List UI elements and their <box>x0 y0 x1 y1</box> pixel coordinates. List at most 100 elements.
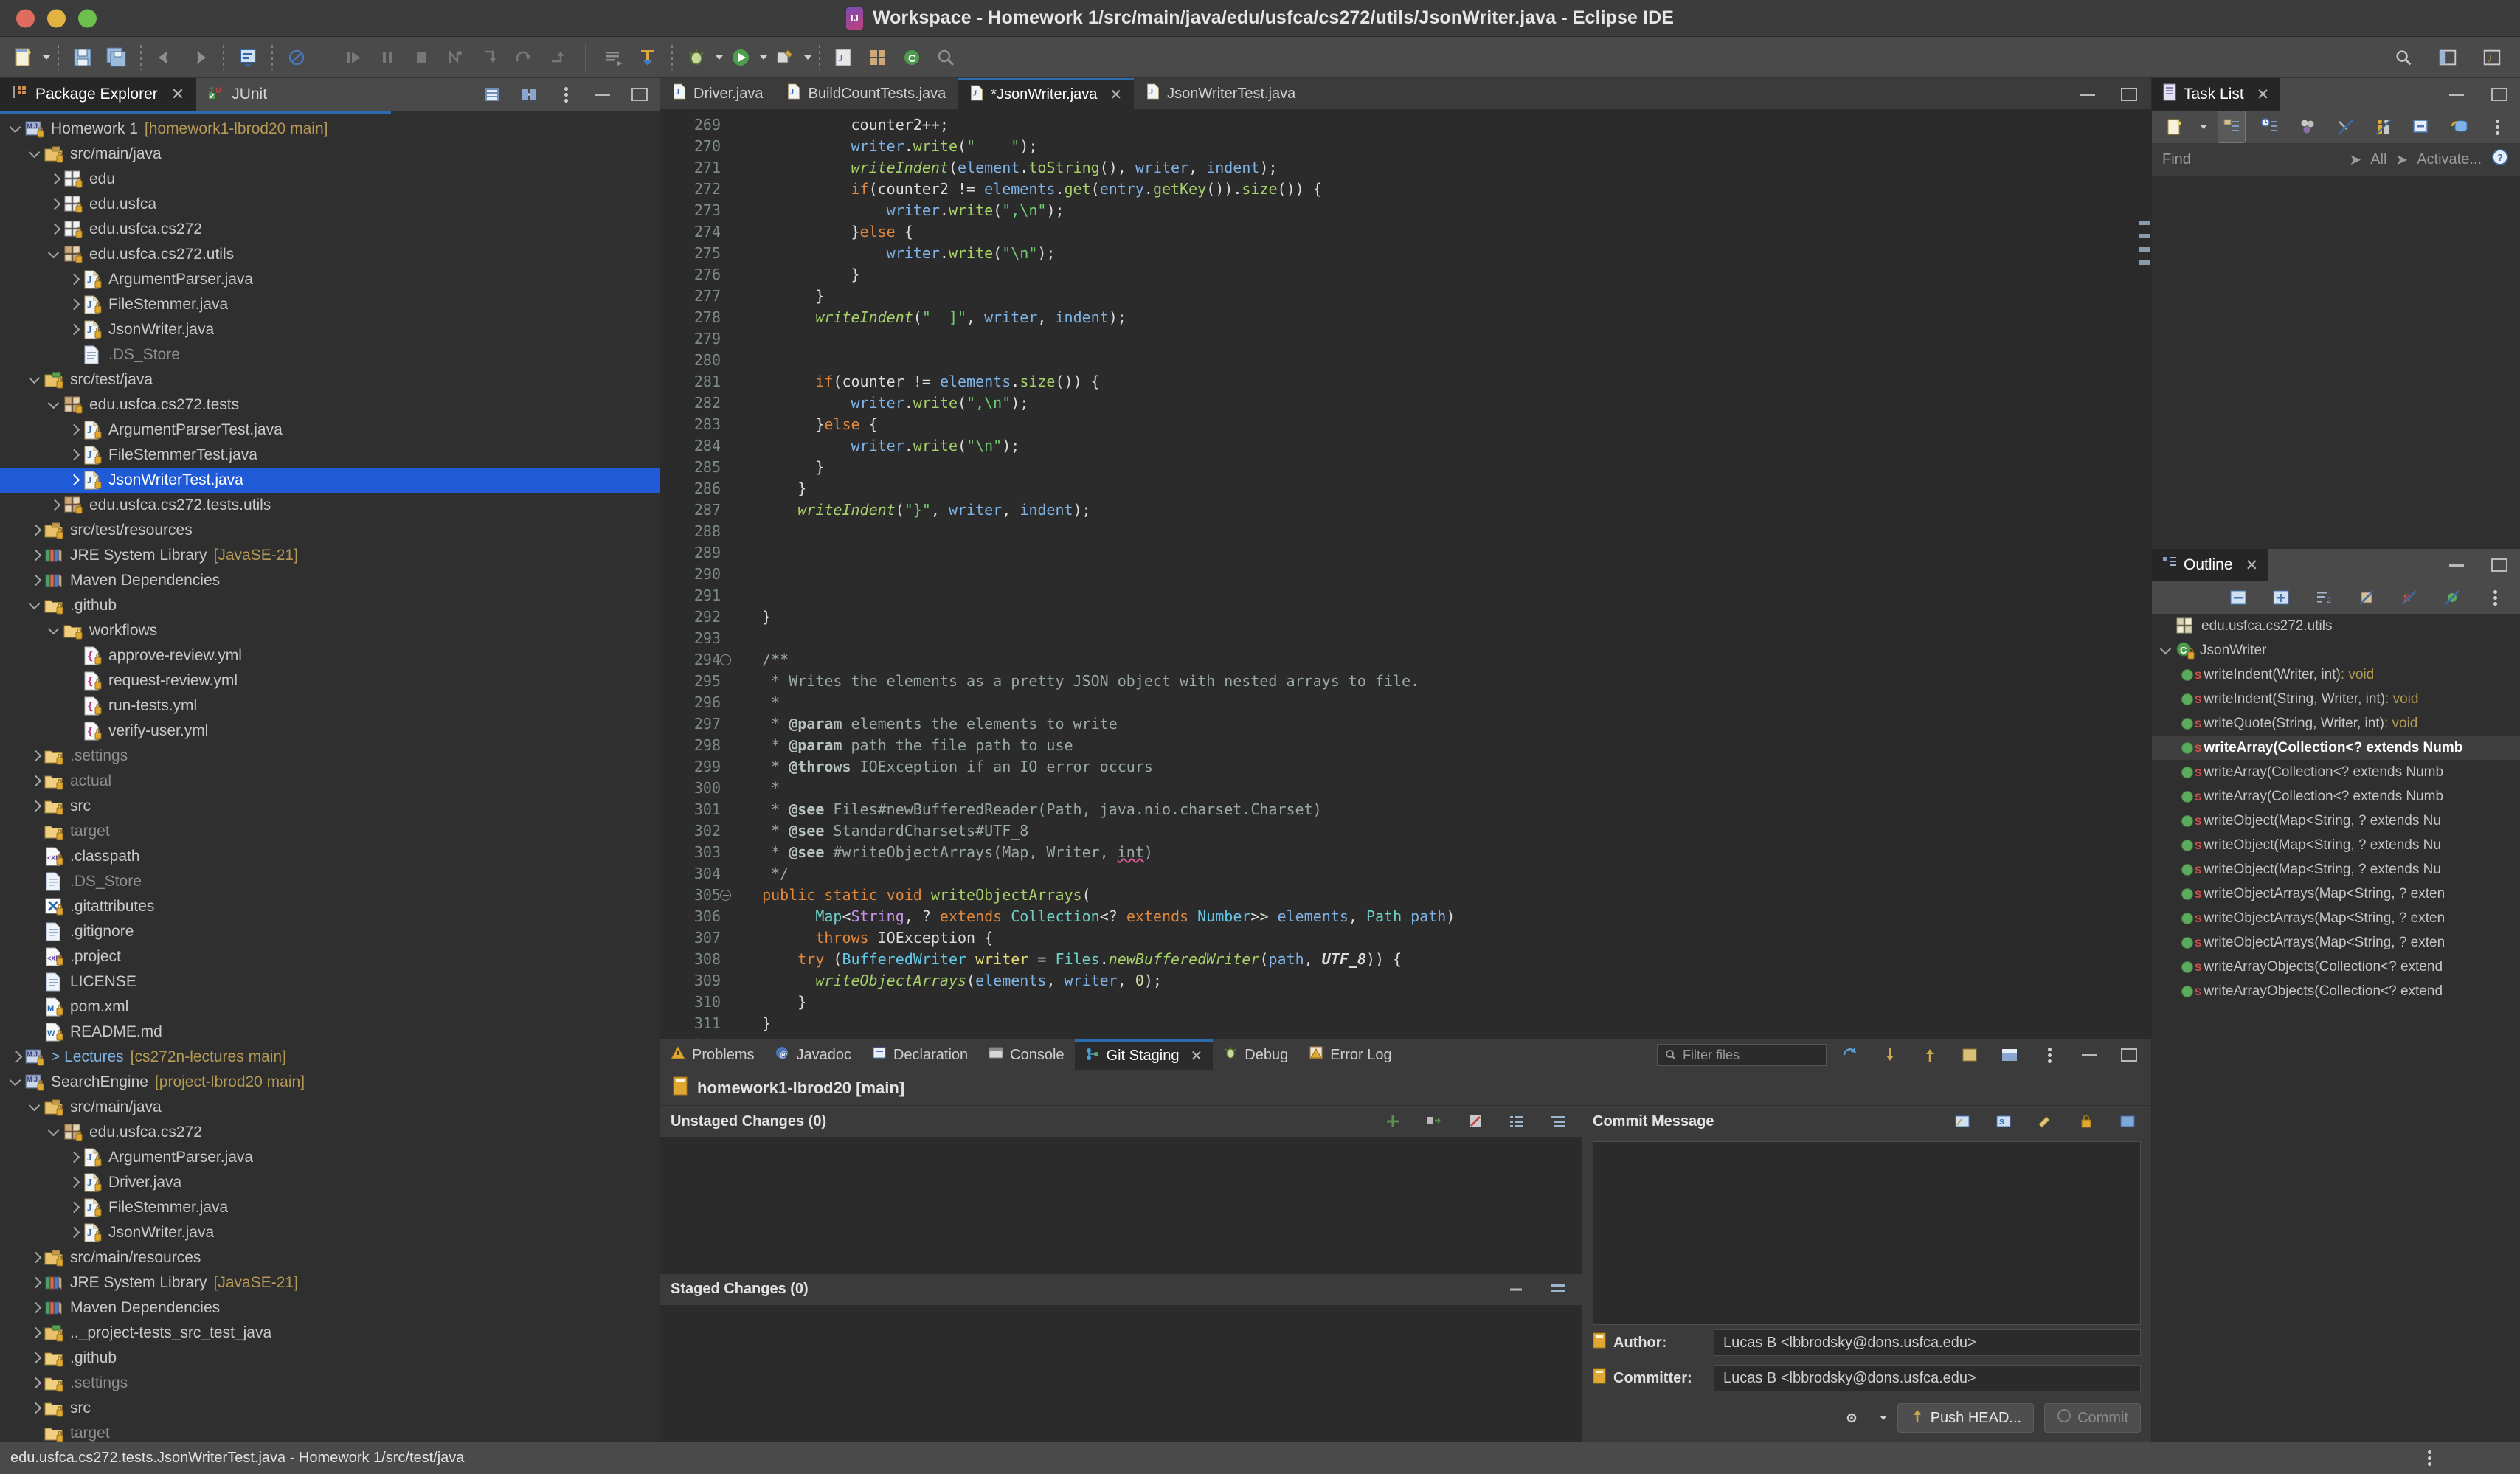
outline-item[interactable]: SwriteArray(Collection<? extends Numb <box>2152 736 2520 760</box>
outline-item[interactable]: SwriteObject(Map<String, ? extends Nu <box>2152 833 2520 857</box>
tree-item[interactable]: J Driver.java <box>0 1170 660 1195</box>
chevron-right-icon[interactable] <box>47 221 63 238</box>
bottom-tab[interactable]: @ Javadoc <box>764 1039 862 1070</box>
code-line[interactable]: * @param path the file path to use <box>744 735 2138 756</box>
push-icon[interactable] <box>1914 1039 1946 1071</box>
tab-task-list[interactable]: Task List ✕ <box>2152 78 2280 111</box>
tree-item[interactable]: edu.usfca.cs272.tests <box>0 392 660 418</box>
open-type-button[interactable] <box>232 41 264 74</box>
tree-item[interactable]: J ArgumentParser.java <box>0 267 660 292</box>
new-task-icon[interactable] <box>2161 111 2188 143</box>
code-line[interactable] <box>744 628 2138 649</box>
tree-item[interactable]: Maven Dependencies <box>0 568 660 593</box>
scope-label[interactable]: All <box>2370 151 2386 168</box>
disconnect-icon[interactable] <box>439 41 471 74</box>
editor-tabbar[interactable]: J Driver.java J BuildCountTests.java J *JsonW… <box>660 78 2151 111</box>
run-dropdown-icon[interactable] <box>760 55 767 60</box>
tree-item[interactable]: .settings <box>0 744 660 769</box>
collapse-all-icon[interactable] <box>2408 111 2435 143</box>
tree-item[interactable]: .._project-tests_src_test_java <box>0 1321 660 1346</box>
chevron-right-icon[interactable] <box>28 547 44 564</box>
perspective-switcher[interactable]: J <box>2387 41 2508 74</box>
step-into-icon[interactable] <box>473 41 505 74</box>
code-line[interactable]: }else { <box>744 414 2138 435</box>
tree-item[interactable]: LICENSE <box>0 969 660 994</box>
editor-tab[interactable]: J Driver.java <box>660 78 775 109</box>
chevron-down-icon[interactable] <box>28 372 44 388</box>
resume-icon[interactable] <box>337 41 370 74</box>
bottom-view-tools[interactable]: Filter files <box>1657 1039 2145 1070</box>
collapse-all-icon[interactable] <box>476 78 508 111</box>
tree-item[interactable]: {verify-user.yml <box>0 719 660 744</box>
outline-item[interactable]: C JsonWriter <box>2152 638 2520 662</box>
tree-view-icon[interactable] <box>1542 1105 1574 1138</box>
settings-dropdown-icon[interactable] <box>1879 1416 1887 1420</box>
code-line[interactable] <box>744 585 2138 606</box>
tree-item[interactable]: src/test/java <box>0 367 660 392</box>
chevron-down-icon[interactable] <box>28 598 44 614</box>
add-signed-off-icon[interactable]: S <box>1987 1105 2020 1138</box>
tree-item[interactable]: workflows <box>0 618 660 643</box>
minimize-bottom-icon[interactable] <box>2073 1039 2105 1071</box>
tree-item[interactable]: src/main/java <box>0 1095 660 1120</box>
tree-item[interactable]: .DS_Store <box>0 869 660 894</box>
chevron-right-icon[interactable] <box>28 1375 44 1391</box>
next-annotation-icon[interactable] <box>631 41 664 74</box>
code-line[interactable]: writeIndent("}", writer, indent); <box>744 499 2138 521</box>
open-perspective-icon[interactable] <box>2431 41 2464 74</box>
code-line[interactable]: writer.write(",\n"); <box>744 392 2138 414</box>
bottom-tab[interactable]: Declaration <box>862 1039 978 1070</box>
maximize-editor-icon[interactable] <box>2113 78 2145 111</box>
code-line[interactable]: * @param elements the elements to write <box>744 713 2138 735</box>
outline-item[interactable]: SwriteArray(Collection<? extends Numb <box>2152 784 2520 809</box>
chevron-right-icon[interactable] <box>28 1325 44 1341</box>
maximize-view-icon[interactable] <box>623 78 656 111</box>
run-external-tools-icon[interactable] <box>769 41 801 74</box>
code-line[interactable]: } <box>744 1013 2138 1034</box>
chevron-right-icon[interactable] <box>47 196 63 212</box>
committer-input[interactable]: Lucas B <lbbrodsky@dons.usfca.edu> <box>1714 1365 2141 1391</box>
tree-item[interactable]: M J Homework 1 [homework1-lbrod20 main] <box>0 117 660 142</box>
minimize-view-icon[interactable] <box>586 78 619 111</box>
new-package-icon[interactable] <box>862 41 894 74</box>
scope-caret-icon[interactable]: ➤ <box>2349 150 2361 169</box>
minimize-view-icon[interactable] <box>2440 549 2473 581</box>
skip-breakpoints-icon[interactable] <box>280 41 313 74</box>
last-edit-location-icon[interactable] <box>598 41 630 74</box>
save-all-button[interactable] <box>100 41 133 74</box>
new-wizard-dropdown-icon[interactable] <box>43 55 50 60</box>
tree-item[interactable]: actual <box>0 769 660 794</box>
commit-message-tools[interactable]: S <box>1946 1105 2144 1138</box>
collapse-all-icon[interactable] <box>2222 581 2254 614</box>
code-line[interactable]: if(counter2 != elements.get(entry.getKey… <box>744 179 2138 200</box>
tree-item[interactable]: edu.usfca.cs272.tests.utils <box>0 493 660 518</box>
stage-all-icon[interactable] <box>1377 1105 1409 1138</box>
chevron-right-icon[interactable] <box>66 322 83 338</box>
view-menu-icon[interactable] <box>2033 1039 2066 1071</box>
chevron-down-icon[interactable] <box>47 397 63 413</box>
commit-button[interactable]: Commit <box>2044 1403 2141 1433</box>
tree-item[interactable]: .settings <box>0 1371 660 1396</box>
chevron-down-icon[interactable] <box>28 1099 44 1115</box>
presentation-icon[interactable] <box>1993 1039 2026 1071</box>
tree-item[interactable]: J FileStemmer.java <box>0 1195 660 1220</box>
refresh-icon[interactable] <box>1834 1039 1866 1071</box>
chevron-right-icon[interactable] <box>28 1250 44 1266</box>
tree-item[interactable]: target <box>0 819 660 844</box>
view-menu-icon[interactable] <box>550 78 582 111</box>
chevron-down-icon[interactable] <box>2159 643 2175 659</box>
sign-commit-icon[interactable] <box>2070 1105 2102 1138</box>
outline-toolbar[interactable]: 2 S <box>2152 581 2520 614</box>
outline-item[interactable]: SwriteArray(Collection<? extends Numb <box>2152 760 2520 784</box>
tree-item[interactable]: W README.md <box>0 1020 660 1045</box>
amend-commit-icon[interactable] <box>1946 1105 1979 1138</box>
external-tools-dropdown-icon[interactable] <box>804 55 811 60</box>
code-line[interactable]: } <box>744 478 2138 499</box>
discard-changes-icon[interactable] <box>1459 1105 1492 1138</box>
chevron-right-icon[interactable] <box>66 422 83 438</box>
debug-launch-icon[interactable] <box>680 41 713 74</box>
debug-dropdown-icon[interactable] <box>716 55 723 60</box>
hide-non-public-icon[interactable] <box>2436 581 2468 614</box>
push-head-button[interactable]: Push HEAD... <box>1897 1403 2035 1433</box>
chevron-right-icon[interactable] <box>28 1275 44 1291</box>
